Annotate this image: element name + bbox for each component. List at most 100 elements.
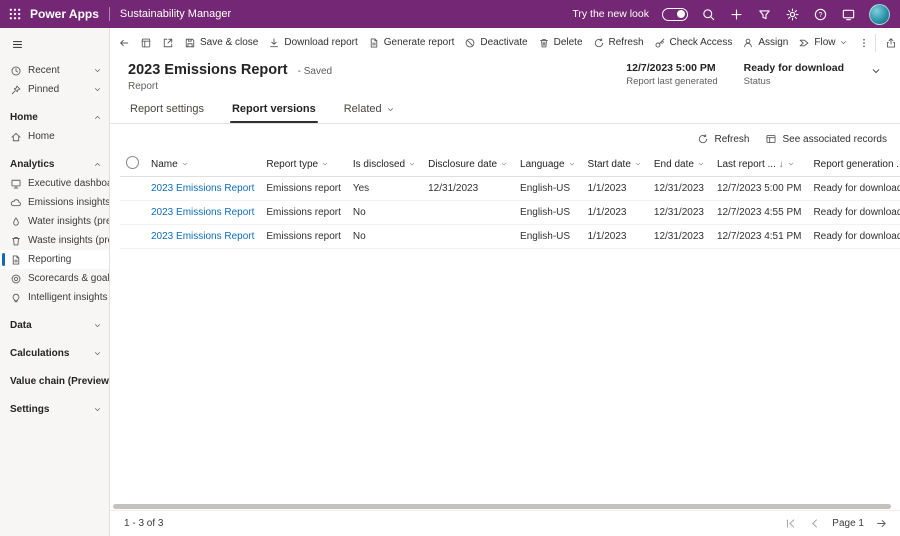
sidebar-item-scorecards-goals[interactable]: Scorecards & goals [0, 269, 109, 288]
deactivate-button[interactable]: Deactivate [459, 34, 532, 52]
sidebar-item-waste-insights-previ[interactable]: Waste insights (previ... [0, 231, 109, 250]
first-page-button[interactable] [784, 517, 797, 530]
window-icon[interactable] [841, 7, 856, 22]
column-header-last-report[interactable]: Last report ...↓ [711, 152, 808, 177]
more-commands-button[interactable] [853, 34, 875, 52]
chevron-down-icon [93, 321, 102, 330]
grid-footer: 1 - 3 of 3 Page 1 [110, 510, 900, 536]
target-icon [10, 273, 22, 285]
tab-report-settings[interactable]: Report settings [128, 101, 206, 123]
gear-icon[interactable] [785, 7, 800, 22]
column-header-name[interactable]: Name [145, 152, 260, 177]
column-header-start-date[interactable]: Start date [582, 152, 648, 177]
column-header-disclosure-date[interactable]: Disclosure date [422, 152, 514, 177]
select-all-radio[interactable] [126, 156, 139, 169]
avatar[interactable] [869, 4, 890, 25]
cell-start-date: 1/1/2023 [582, 225, 648, 249]
cell-last-report: 12/7/2023 5:00 PM [711, 177, 808, 201]
previous-page-button[interactable] [808, 517, 821, 530]
dashboard-icon [10, 178, 22, 190]
search-icon[interactable] [701, 7, 716, 22]
assign-button[interactable]: Assign [737, 34, 793, 52]
column-header-is-disclosed[interactable]: Is disclosed [347, 152, 422, 177]
hamburger-menu-button[interactable] [3, 33, 31, 55]
sidebar-section-calculations[interactable]: Calculations [0, 344, 109, 363]
cell-disclosure-date [422, 225, 514, 249]
sidebar-item-pinned[interactable]: Pinned [0, 80, 109, 99]
cell-report-type: Emissions report [260, 201, 346, 225]
help-icon[interactable]: ? [813, 7, 828, 22]
cell-is-disclosed: No [347, 201, 422, 225]
sidebar-section-analytics[interactable]: Analytics [0, 155, 109, 174]
sidebar-item-emissions-insights[interactable]: Emissions insights [0, 193, 109, 212]
chevron-down-icon [839, 38, 848, 47]
meta-value: Ready for download [744, 62, 844, 74]
chevron-down-icon [181, 160, 189, 168]
app-launcher-button[interactable] [0, 0, 30, 28]
download-report-button[interactable]: Download report [263, 34, 362, 52]
tab-related[interactable]: Related [342, 101, 397, 123]
cell-end-date: 12/31/2023 [648, 225, 711, 249]
sidebar-section-home[interactable]: Home [0, 108, 109, 127]
delete-button[interactable]: Delete [533, 34, 588, 52]
grid-refresh-button[interactable]: Refresh [690, 130, 756, 148]
sidebar-section-value-chain-preview[interactable]: Value chain (Preview) [0, 372, 109, 391]
back-icon [118, 37, 130, 49]
delete-icon [538, 37, 550, 49]
flow-button[interactable]: Flow [793, 34, 853, 52]
bulb-icon [10, 292, 22, 304]
header-expand-chevron[interactable] [870, 65, 882, 77]
environment-name[interactable]: Sustainability Manager [120, 8, 231, 20]
column-header-report-type[interactable]: Report type [260, 152, 346, 177]
sidebar-section-data[interactable]: Data [0, 316, 109, 335]
page-indicator: Page 1 [832, 518, 864, 529]
report-version-link[interactable]: 2023 Emissions Report [151, 231, 254, 242]
sidebar-item-recent[interactable]: Recent [0, 61, 109, 80]
meta-value: 12/7/2023 5:00 PM [626, 62, 717, 74]
back-button[interactable] [113, 34, 135, 52]
grid-toolbar: Refresh See associated records [110, 124, 900, 152]
sidebar-item-water-insights-previ[interactable]: Water insights (previ... [0, 212, 109, 231]
topbar: Power Apps Sustainability Manager Try th… [0, 0, 900, 28]
app-name[interactable]: Power Apps [30, 7, 99, 21]
chevron-down-icon [93, 85, 102, 94]
sidebar-item-home[interactable]: Home [0, 127, 109, 146]
hamburger-icon [11, 38, 24, 51]
refresh-button[interactable]: Refresh [588, 34, 649, 52]
show-as-button[interactable] [135, 34, 157, 52]
column-header-report-generation[interactable]: Report generation ... [807, 152, 900, 177]
horizontal-scrollbar[interactable] [113, 504, 891, 509]
column-header-end-date[interactable]: End date [648, 152, 711, 177]
cell-report-type: Emissions report [260, 225, 346, 249]
see-associated-records-button[interactable]: See associated records [758, 130, 894, 148]
next-page-button[interactable] [875, 517, 888, 530]
entity-label: Report [128, 81, 332, 92]
report-version-link[interactable]: 2023 Emissions Report [151, 183, 254, 194]
sidebar-section-settings[interactable]: Settings [0, 400, 109, 419]
filter-icon[interactable] [757, 7, 772, 22]
cell-last-report: 12/7/2023 4:51 PM [711, 225, 808, 249]
tab-bar: Report settings Report versions Related [110, 92, 900, 124]
report-version-link[interactable]: 2023 Emissions Report [151, 207, 254, 218]
generate-report-button[interactable]: Generate report [363, 34, 460, 52]
table-row[interactable]: 2023 Emissions ReportEmissions reportNoE… [120, 225, 900, 249]
table-row[interactable]: 2023 Emissions ReportEmissions reportYes… [120, 177, 900, 201]
tab-report-versions[interactable]: Report versions [230, 101, 318, 123]
more-icon [858, 37, 870, 49]
save-and-close-button[interactable]: Save & close [179, 34, 263, 52]
chevron-up-icon [93, 113, 102, 122]
chevron-down-icon [321, 160, 329, 168]
sidebar-item-intelligent-insights-p[interactable]: Intelligent insights (p... [0, 288, 109, 307]
main-content: Save & closeDownload reportGenerate repo… [110, 28, 900, 536]
column-header-language[interactable]: Language [514, 152, 582, 177]
sidebar-item-reporting[interactable]: Reporting [0, 250, 109, 269]
sidebar-item-executive-dashboard[interactable]: Executive dashboard [0, 174, 109, 193]
open-in-new-window-button[interactable] [157, 34, 179, 52]
try-new-look-toggle[interactable] [662, 8, 688, 21]
share-button[interactable]: Share [880, 34, 900, 52]
topbar-icon-group: ? [701, 7, 856, 22]
add-icon[interactable] [729, 7, 744, 22]
check-access-button[interactable]: Check Access [649, 34, 738, 52]
table-row[interactable]: 2023 Emissions ReportEmissions reportNoE… [120, 201, 900, 225]
cell-end-date: 12/31/2023 [648, 177, 711, 201]
